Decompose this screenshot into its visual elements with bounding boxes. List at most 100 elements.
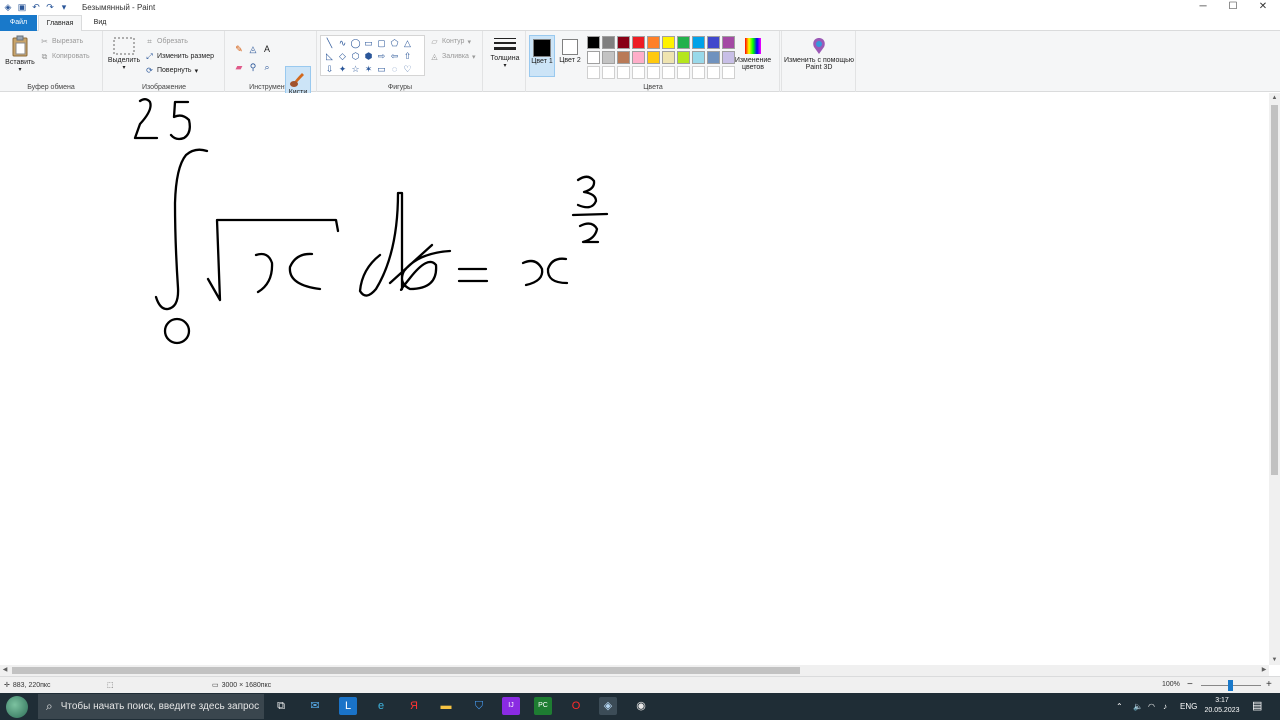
- color-swatch[interactable]: [662, 36, 675, 49]
- color-swatch[interactable]: [677, 51, 690, 64]
- shape-item-13-icon[interactable]: ⇧: [401, 50, 414, 63]
- select-dropdown-icon[interactable]: ▾: [107, 64, 141, 71]
- shape-item-7-icon[interactable]: ◺: [323, 50, 336, 63]
- tray-chevron-icon[interactable]: ⌃: [1116, 693, 1123, 720]
- color-swatch[interactable]: [587, 36, 600, 49]
- shape-item-4-icon[interactable]: ▢: [375, 37, 388, 50]
- app-l-icon[interactable]: L: [339, 697, 357, 715]
- color-swatch[interactable]: [647, 66, 660, 79]
- paste-button[interactable]: Вставить ▾: [3, 35, 37, 73]
- shape-item-14-icon[interactable]: ⇩: [323, 63, 336, 76]
- color-swatch[interactable]: [692, 36, 705, 49]
- outline-button[interactable]: ▱ Контур ▾: [430, 37, 471, 46]
- eraser-icon[interactable]: ▰: [232, 58, 246, 76]
- shape-item-0-icon[interactable]: ╲: [323, 37, 336, 50]
- opera-icon[interactable]: O: [567, 697, 585, 715]
- color-swatch[interactable]: [617, 66, 630, 79]
- magnifier-icon[interactable]: ⌕: [260, 58, 274, 76]
- start-button[interactable]: [6, 696, 28, 718]
- taskbar-search[interactable]: ⌕ Чтобы начать поиск, введите здесь запр…: [38, 694, 264, 719]
- yandex-icon[interactable]: Я: [405, 697, 423, 715]
- defender-icon[interactable]: ⛉: [470, 697, 488, 715]
- edge-icon[interactable]: e: [372, 697, 390, 715]
- fill-button[interactable]: ◬ Заливка ▾: [430, 52, 475, 61]
- color-swatch[interactable]: [647, 51, 660, 64]
- color-swatch[interactable]: [662, 51, 675, 64]
- shape-item-15-icon[interactable]: ✦: [336, 63, 349, 76]
- color-swatch[interactable]: [677, 36, 690, 49]
- color-swatch[interactable]: [662, 66, 675, 79]
- network-icon[interactable]: ◠: [1148, 693, 1155, 720]
- color-swatch[interactable]: [617, 51, 630, 64]
- file-explorer-icon[interactable]: ▬: [437, 697, 455, 715]
- save-icon[interactable]: ▣: [17, 2, 27, 12]
- paint-taskbar-icon[interactable]: ◈: [599, 697, 617, 715]
- shape-item-20-icon[interactable]: ♡: [401, 63, 414, 76]
- paint-app-icon[interactable]: ◈: [3, 2, 13, 12]
- notifications-icon[interactable]: ▤: [1252, 693, 1262, 720]
- tab-file[interactable]: Файл: [0, 15, 37, 31]
- paint3d-button[interactable]: Изменить с помощью Paint 3D: [784, 37, 854, 71]
- paste-dropdown-icon[interactable]: ▾: [3, 66, 37, 73]
- language-indicator[interactable]: ENG: [1180, 693, 1197, 720]
- color-swatch[interactable]: [707, 36, 720, 49]
- speaker-icon[interactable]: ♪: [1163, 693, 1167, 720]
- color-swatch[interactable]: [677, 66, 690, 79]
- pencil-icon[interactable]: ✎: [232, 40, 246, 58]
- color-swatch[interactable]: [692, 51, 705, 64]
- shape-item-19-icon[interactable]: ◌: [388, 63, 401, 76]
- resize-button[interactable]: ⤢ Изменить размер: [145, 52, 214, 61]
- scroll-down-icon[interactable]: ▼: [1269, 655, 1280, 665]
- copy-button[interactable]: ⧉ Копировать: [40, 52, 90, 61]
- rotate-button[interactable]: ⟳ Повернуть ▾: [145, 66, 198, 75]
- color-picker-icon[interactable]: ⚲: [246, 58, 260, 76]
- shape-item-17-icon[interactable]: ✶: [362, 63, 375, 76]
- color-swatch[interactable]: [587, 66, 600, 79]
- horizontal-scrollbar[interactable]: ◀ ▶: [0, 665, 1269, 676]
- color-swatch[interactable]: [602, 36, 615, 49]
- shape-item-3-icon[interactable]: ▭: [362, 37, 375, 50]
- color-swatch[interactable]: [602, 51, 615, 64]
- undo-icon[interactable]: ↶: [31, 2, 41, 12]
- task-view-icon[interactable]: ⧉: [272, 697, 290, 715]
- tab-view[interactable]: Вид: [82, 15, 118, 31]
- vertical-scrollbar[interactable]: ▲ ▼: [1269, 93, 1280, 665]
- color-swatch[interactable]: [707, 51, 720, 64]
- shape-item-5-icon[interactable]: ⬠: [388, 37, 401, 50]
- scroll-right-icon[interactable]: ▶: [1259, 665, 1269, 676]
- close-button[interactable]: ✕: [1248, 0, 1278, 15]
- color-swatch[interactable]: [617, 36, 630, 49]
- maximize-button[interactable]: ☐: [1218, 0, 1248, 15]
- volume-icon[interactable]: 🔈: [1133, 693, 1143, 720]
- color-swatch[interactable]: [707, 66, 720, 79]
- color-swatch[interactable]: [632, 66, 645, 79]
- qat-dropdown-icon[interactable]: ▾: [59, 2, 69, 12]
- text-icon[interactable]: A: [260, 40, 274, 58]
- color-swatch[interactable]: [632, 36, 645, 49]
- canvas[interactable]: [0, 93, 1269, 665]
- shape-item-12-icon[interactable]: ⇦: [388, 50, 401, 63]
- color1-button[interactable]: Цвет 1: [529, 35, 555, 77]
- scroll-left-icon[interactable]: ◀: [0, 665, 10, 676]
- color-swatch[interactable]: [647, 36, 660, 49]
- mail-icon[interactable]: ✉: [306, 697, 324, 715]
- shape-item-9-icon[interactable]: ⬡: [349, 50, 362, 63]
- shape-item-16-icon[interactable]: ☆: [349, 63, 362, 76]
- zoom-in-button[interactable]: +: [1266, 679, 1272, 690]
- cut-button[interactable]: ✂ Вырезать: [40, 37, 83, 46]
- minimize-button[interactable]: ─: [1188, 0, 1218, 15]
- color2-button[interactable]: Цвет 2: [558, 35, 582, 64]
- shape-item-8-icon[interactable]: ◇: [336, 50, 349, 63]
- shape-item-18-icon[interactable]: ▭: [375, 63, 388, 76]
- shape-item-6-icon[interactable]: △: [401, 37, 414, 50]
- vertical-scroll-thumb[interactable]: [1271, 105, 1278, 475]
- select-button[interactable]: Выделить ▾: [107, 37, 141, 71]
- color-swatch[interactable]: [587, 51, 600, 64]
- zoom-slider-thumb[interactable]: [1228, 680, 1233, 691]
- shape-item-2-icon[interactable]: ◯: [349, 37, 362, 50]
- shape-item-11-icon[interactable]: ⇨: [375, 50, 388, 63]
- shape-item-1-icon[interactable]: ∿: [336, 37, 349, 50]
- fill-icon[interactable]: ◬: [246, 40, 260, 58]
- clock[interactable]: 3:17 20.05.2023: [1198, 696, 1246, 716]
- color-swatch[interactable]: [632, 51, 645, 64]
